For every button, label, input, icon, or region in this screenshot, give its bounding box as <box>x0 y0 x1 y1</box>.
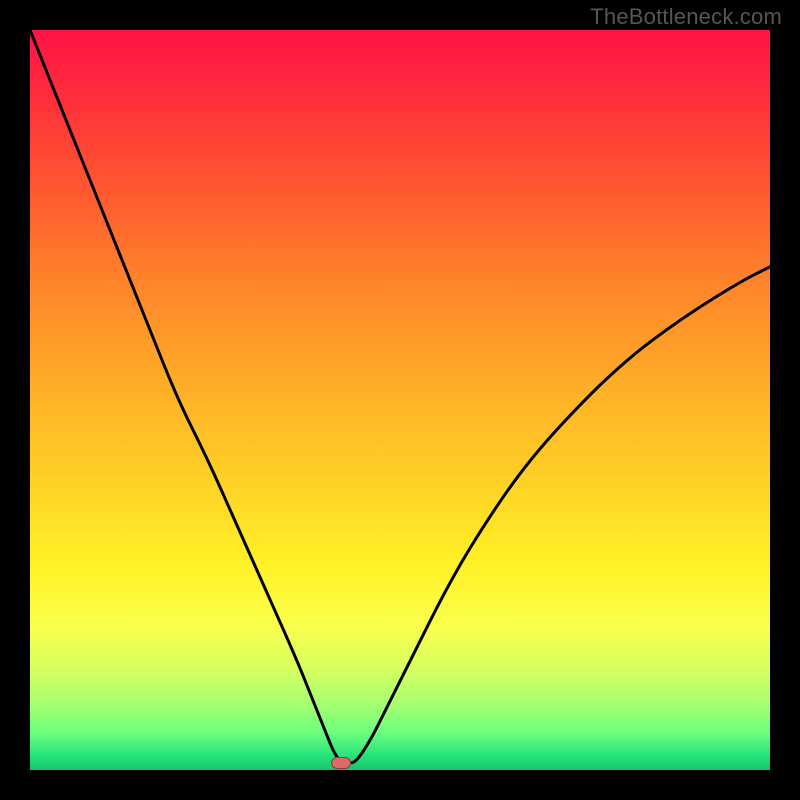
bottleneck-curve <box>30 30 770 770</box>
chart-container: TheBottleneck.com <box>0 0 800 800</box>
minimum-marker <box>331 757 351 769</box>
watermark-text: TheBottleneck.com <box>590 4 782 30</box>
plot-area <box>30 30 770 770</box>
